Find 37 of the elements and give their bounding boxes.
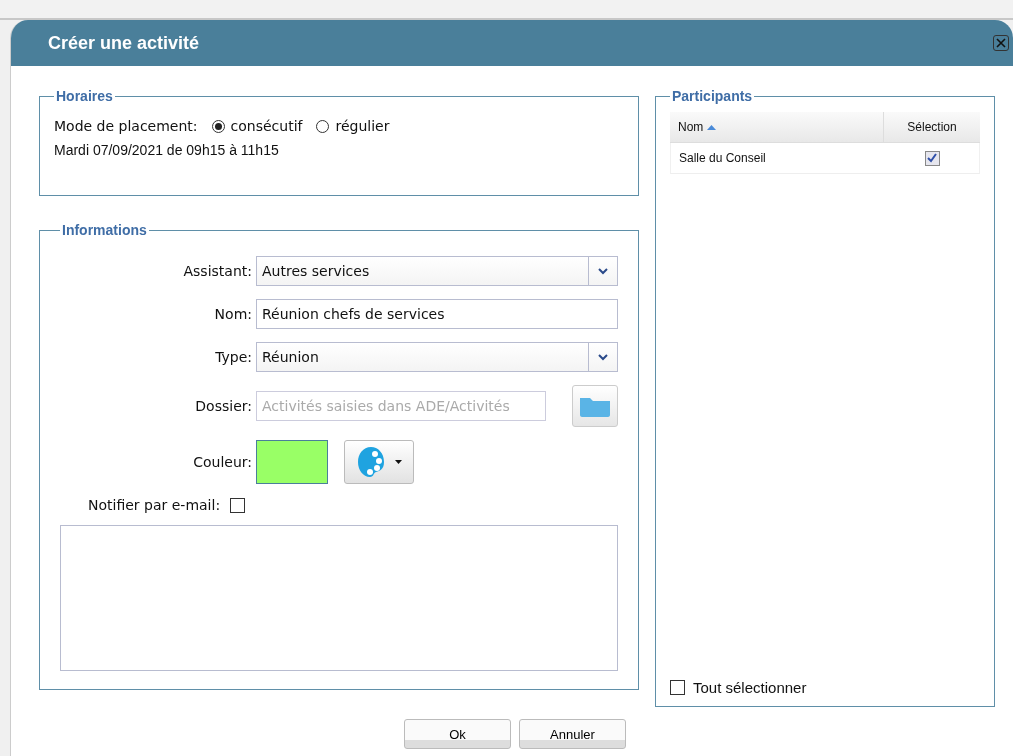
dropdown[interactable]: Autres services — [256, 256, 618, 286]
notify-label: Notifier par e-mail: — [88, 497, 221, 513]
close-icon — [996, 38, 1006, 48]
description-field[interactable] — [60, 525, 618, 671]
schedule-text: Mardi 07/09/2021 de 09h15 à 11h15 — [54, 142, 280, 158]
field-label: Dossier: — [194, 398, 253, 414]
column-header[interactable]: Sélection — [884, 112, 980, 142]
palette-icon — [356, 446, 385, 478]
checkbox-label: Tout sélectionner — [693, 679, 807, 696]
checkbox[interactable] — [670, 680, 685, 695]
caret-icon — [598, 353, 608, 361]
field-label: Type: — [214, 349, 253, 365]
name-field[interactable]: Réunion chefs de services — [256, 299, 618, 329]
dialog-button[interactable]: Annuler — [519, 719, 626, 749]
checkbox[interactable] — [924, 150, 940, 166]
table-cell-text: Salle du Conseil — [678, 150, 767, 167]
panel-legend: Informations — [60, 222, 149, 238]
window-title: Créer une activité — [48, 32, 200, 54]
folder-icon — [579, 395, 611, 417]
close-button[interactable] — [993, 35, 1009, 51]
palette-button[interactable] — [344, 440, 414, 484]
caret-icon — [394, 460, 402, 464]
color-swatch[interactable] — [256, 440, 328, 484]
panel-legend: Participants — [670, 88, 755, 104]
mode-label: Mode de placement: — [54, 118, 198, 134]
dialog-button[interactable]: Ok — [404, 719, 511, 749]
caret-icon — [598, 267, 608, 275]
field-label: Nom: — [213, 306, 253, 322]
radio-label: régulier — [335, 118, 390, 134]
panel-legend: Horaires — [54, 88, 115, 104]
field-label: Assistant: — [182, 263, 253, 279]
field-label: Couleur: — [192, 454, 253, 470]
column-header[interactable]: Nom — [670, 112, 884, 142]
radio-label: consécutif — [230, 118, 303, 134]
dropdown[interactable]: Réunion — [256, 342, 618, 372]
check-icon — [927, 153, 937, 163]
checkbox[interactable] — [230, 497, 246, 513]
